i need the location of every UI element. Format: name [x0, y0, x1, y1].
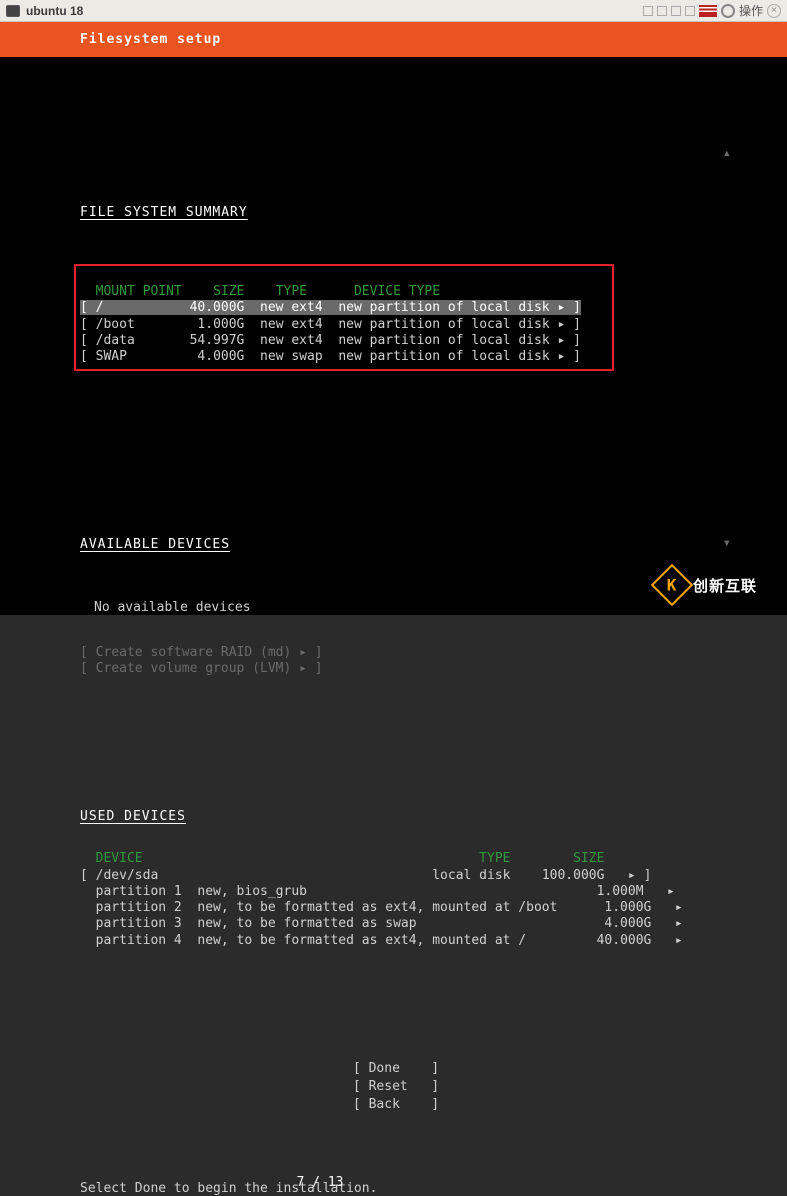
fs-row[interactable]: [ SWAP 4.000G new swap new partition of …	[80, 349, 581, 364]
partition-row[interactable]: partition 3 new, to be formatted as swap…	[80, 916, 683, 931]
vm-title: ubuntu 18	[26, 4, 643, 18]
gear-icon[interactable]	[721, 4, 735, 18]
chevron-right-icon: ▸	[299, 645, 307, 660]
vm-window-controls: 操作 ×	[643, 2, 781, 19]
flag-icon	[699, 5, 717, 17]
chevron-right-icon: ▸	[299, 661, 307, 676]
fs-summary-section: FILE SYSTEM SUMMARY MOUNT POINT SIZE TYP…	[80, 173, 712, 422]
fs-row[interactable]: [ /boot 1.000G new ext4 new partition of…	[80, 317, 581, 332]
monitor-icon	[6, 5, 20, 17]
action-menu-label[interactable]: 操作	[739, 2, 763, 19]
partition-row[interactable]: partition 4 new, to be formatted as ext4…	[80, 933, 683, 948]
no-devices-msg: No available devices	[94, 600, 712, 616]
chevron-right-icon: ▸	[675, 933, 683, 948]
chevron-right-icon: ▸	[557, 349, 565, 364]
fs-column-headers: MOUNT POINT SIZE TYPE DEVICE TYPE	[80, 284, 440, 299]
used-column-headers: DEVICE TYPE SIZE	[80, 851, 604, 866]
done-button[interactable]: [ Done ]	[353, 1061, 439, 1076]
fs-row[interactable]: [ / 40.000G new ext4 new partition of lo…	[80, 300, 581, 315]
available-title: AVAILABLE DEVICES	[80, 537, 712, 553]
window-control-icon[interactable]	[671, 6, 681, 16]
watermark-logo-icon: K	[651, 564, 693, 606]
vm-titlebar: ubuntu 18 操作 ×	[0, 0, 787, 22]
back-button[interactable]: [ Back ]	[353, 1097, 439, 1112]
close-icon[interactable]: ×	[767, 4, 781, 18]
partition-row[interactable]: partition 2 new, to be formatted as ext4…	[80, 900, 683, 915]
available-devices-section: AVAILABLE DEVICES No available devices […	[80, 505, 712, 694]
installer-screen: Filesystem setup ▴ ▾ FILE SYSTEM SUMMARY…	[0, 22, 787, 615]
create-lvm-button[interactable]: [ Create volume group (LVM) ▸ ]	[80, 661, 323, 676]
fs-summary-title: FILE SYSTEM SUMMARY	[80, 205, 712, 221]
window-control-icon[interactable]	[643, 6, 653, 16]
chevron-right-icon: ▸	[557, 333, 565, 348]
used-devices-section: USED DEVICES DEVICE TYPE SIZE [ /dev/sda…	[80, 776, 712, 965]
partition-row[interactable]: partition 1 new, bios_grub 1.000M ▸	[80, 884, 675, 899]
chevron-right-icon: ▸	[675, 916, 683, 931]
create-raid-button[interactable]: [ Create software RAID (md) ▸ ]	[80, 645, 323, 660]
chevron-right-icon: ▸	[667, 884, 675, 899]
watermark: K 创新互联	[637, 565, 777, 605]
used-title: USED DEVICES	[80, 809, 712, 825]
chevron-right-icon: ▸	[557, 317, 565, 332]
chevron-right-icon: ▸	[557, 300, 565, 315]
action-buttons: [ Done ] [ Reset ] [ Back ]	[80, 1042, 712, 1133]
scroll-down-indicator: ▾	[723, 535, 731, 553]
window-control-icon[interactable]	[657, 6, 667, 16]
tui-body: ▴ ▾ FILE SYSTEM SUMMARY MOUNT POINT SIZE…	[0, 57, 787, 1165]
watermark-text: 创新互联	[693, 575, 757, 596]
scroll-up-indicator: ▴	[723, 145, 731, 163]
chevron-right-icon: ▸	[628, 868, 636, 883]
reset-button[interactable]: [ Reset ]	[353, 1079, 439, 1094]
fs-summary-box: MOUNT POINT SIZE TYPE DEVICE TYPE [ / 40…	[74, 264, 614, 372]
hint-text: Select Done to begin the installation.	[0, 1173, 787, 1196]
disk-row[interactable]: [ /dev/sda local disk 100.000G ▸ ]	[80, 868, 651, 883]
chevron-right-icon: ▸	[675, 900, 683, 915]
fs-row[interactable]: [ /data 54.997G new ext4 new partition o…	[80, 333, 581, 348]
window-control-icon[interactable]	[685, 6, 695, 16]
page-title: Filesystem setup	[0, 22, 787, 57]
